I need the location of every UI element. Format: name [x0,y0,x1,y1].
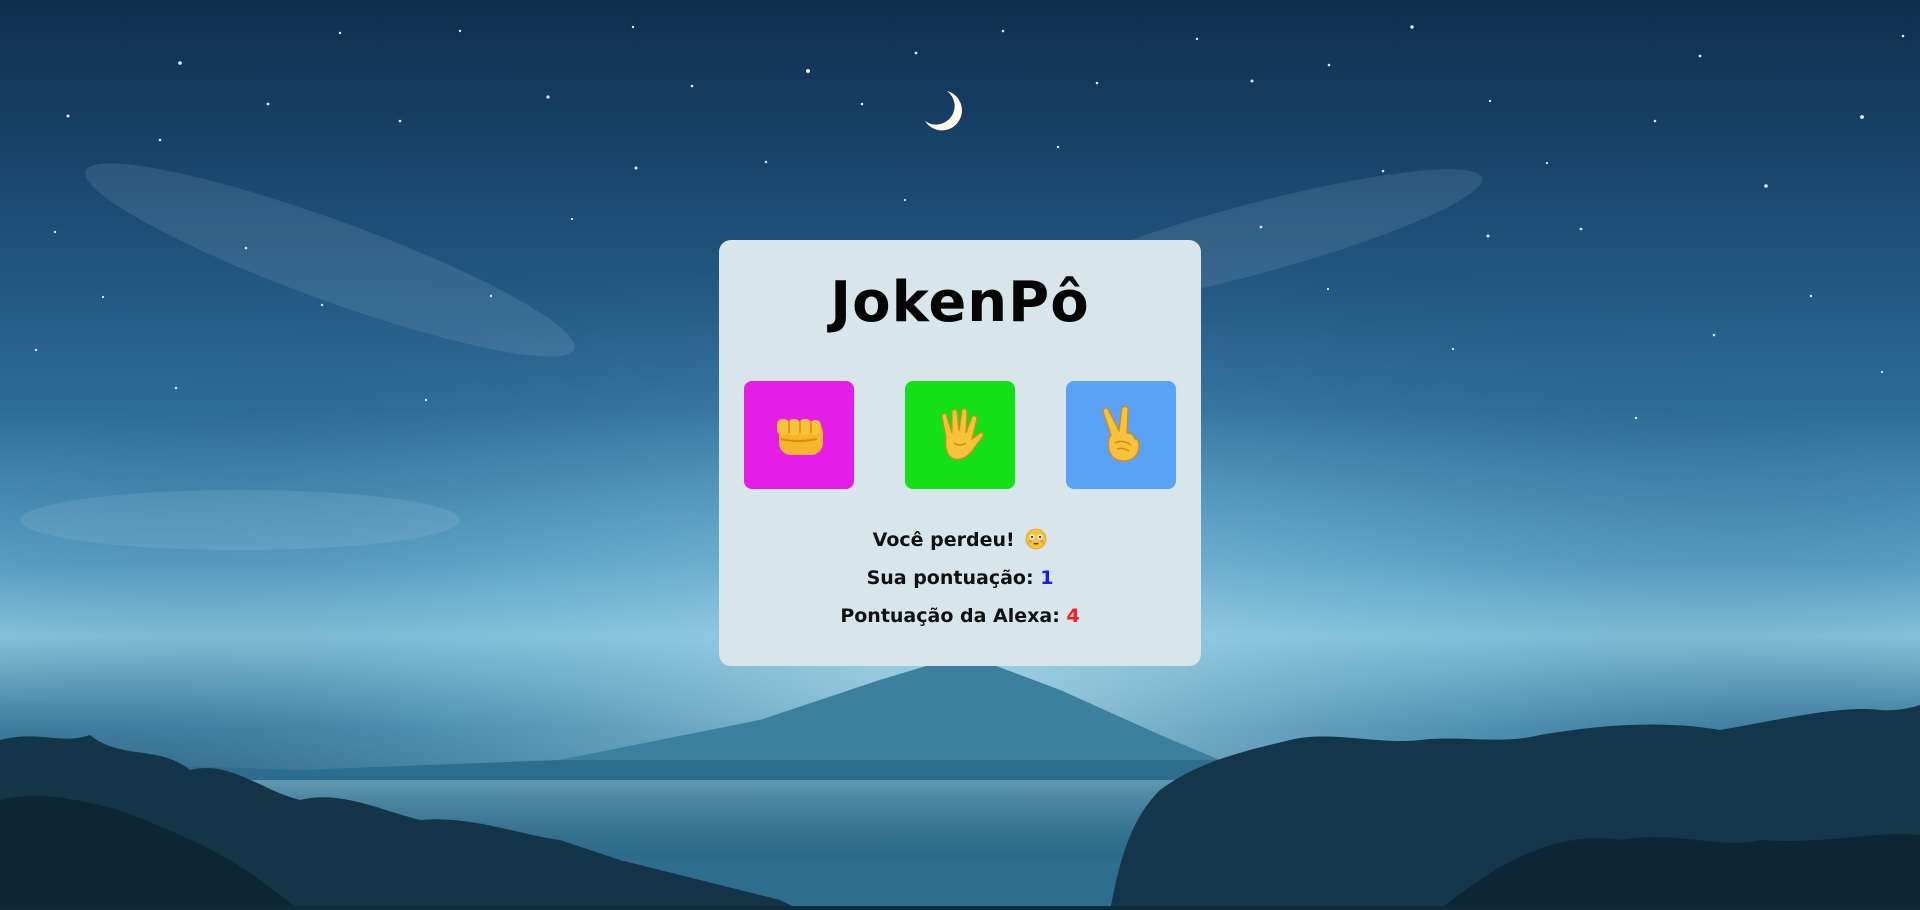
result-message: Você perdeu! [719,528,1201,552]
paper-button[interactable] [905,381,1015,489]
flushed-face-icon [1025,528,1047,549]
alexa-score-line: Pontuação da Alexa: 4 [719,605,1201,627]
rock-button[interactable] [744,381,854,489]
alexa-score-label: Pontuação da Alexa: [840,605,1060,627]
player-score-label: Sua pontuação: [866,567,1034,589]
game-title: JokenPô [830,270,1090,335]
player-score-value: 1 [1040,567,1054,589]
raised-hand-icon [941,408,984,460]
scissors-button[interactable] [1066,381,1176,489]
alexa-score-value: 4 [1066,605,1080,627]
player-score-line: Sua pontuação: 1 [719,567,1201,589]
fist-icon [777,419,823,455]
victory-hand-icon [1102,405,1140,462]
game-card: JokenPô Você perdeu! Sua pontuação: 1 Po… [719,240,1201,666]
choices-row [744,381,1176,489]
result-text: Você perdeu! [872,529,1015,551]
